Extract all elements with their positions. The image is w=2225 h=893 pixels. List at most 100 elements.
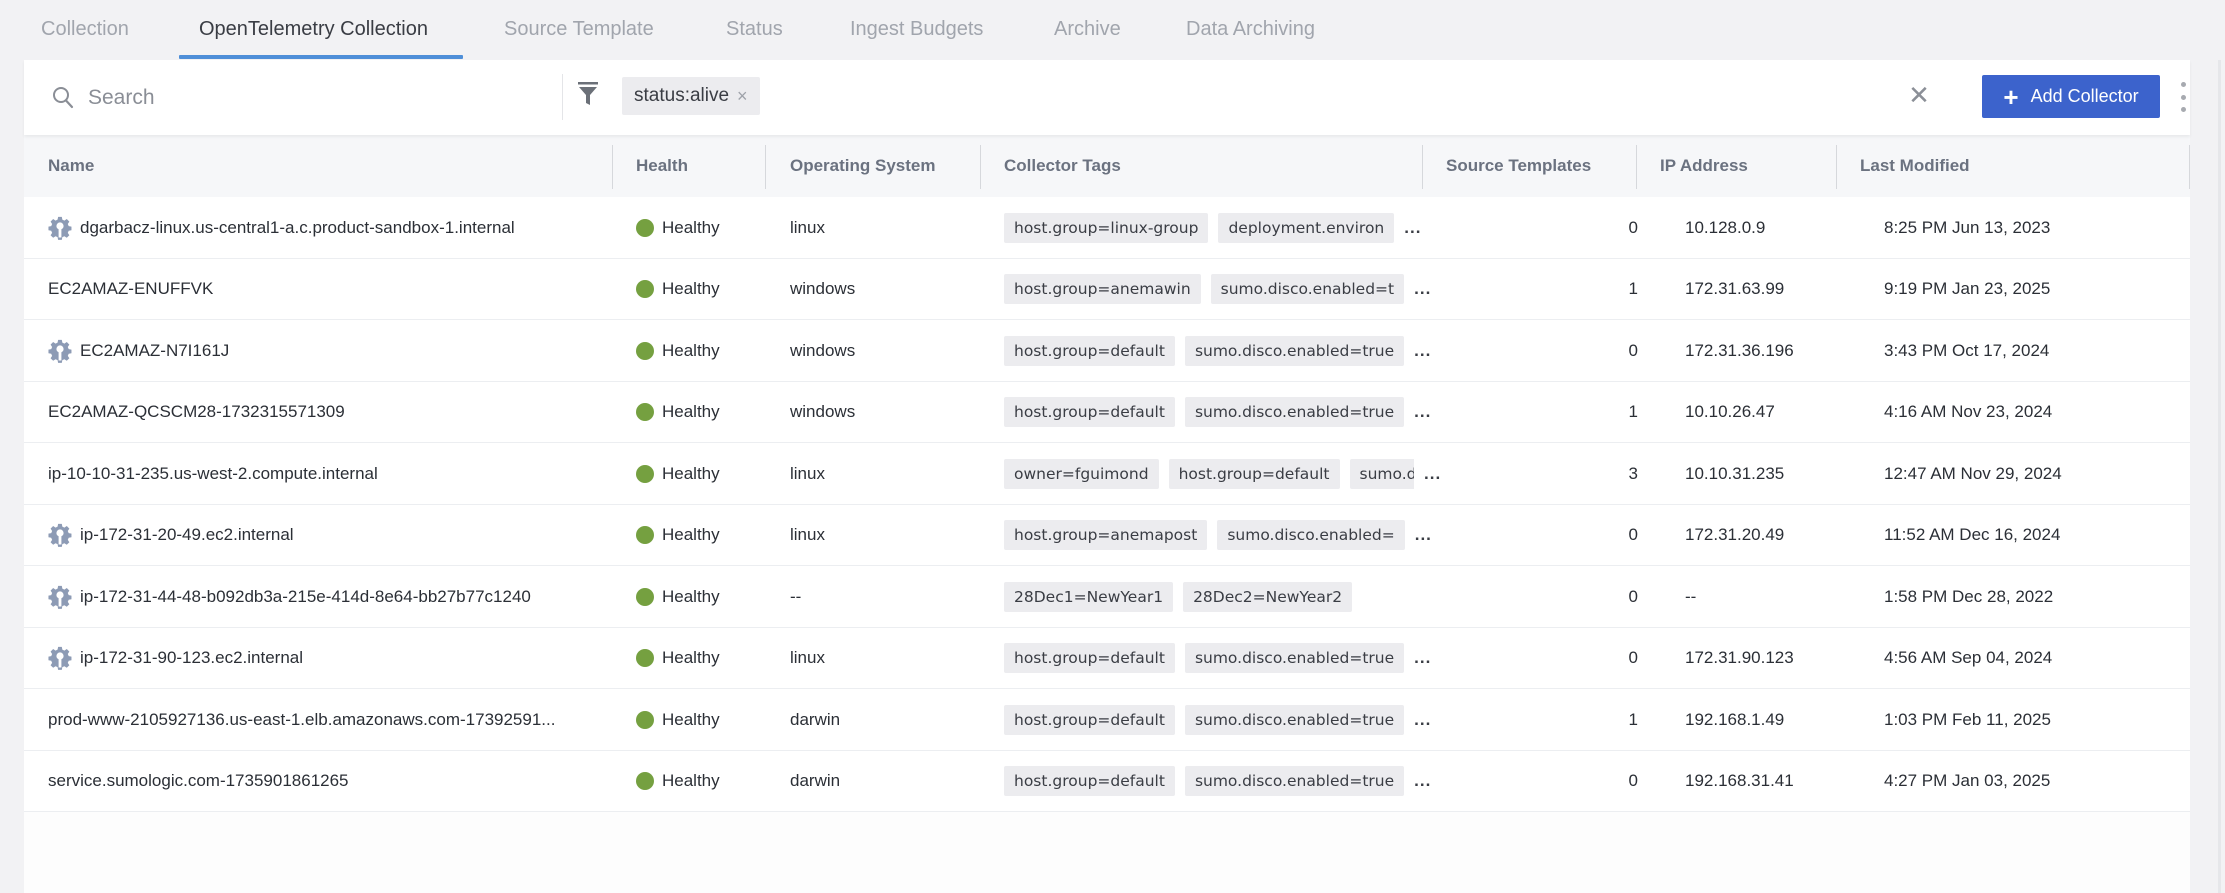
column-header-ip-address[interactable]: IP Address [1660,135,1748,197]
table-row[interactable]: ip-172-31-44-48-b092db3a-215e-414d-8e64-… [24,566,2190,628]
health-cell: Healthy [636,382,720,443]
source-templates-count: 0 [1628,586,1638,606]
column-header-name[interactable]: Name [48,135,94,197]
collector-name[interactable]: ip-172-31-90-123.ec2.internal [80,648,303,668]
health-cell: Healthy [636,505,720,566]
name-cell: ip-172-31-20-49.ec2.internal [48,505,608,566]
collector-tag: host.group=default [1004,766,1175,796]
healthy-status-dot-icon [636,587,654,606]
collector-tag: host.group=default [1004,643,1175,673]
health-cell: Healthy [636,689,720,750]
column-divider[interactable] [765,145,766,189]
more-tags-ellipsis[interactable]: ... [1424,464,1441,484]
otel-gear-icon [48,523,72,547]
source-templates-count: 0 [1628,525,1638,544]
table-row[interactable]: ip-10-10-31-235.us-west-2.compute.intern… [24,443,2190,505]
tab-collection[interactable]: Collection [41,14,129,60]
column-header-collector-tags[interactable]: Collector Tags [1004,135,1121,197]
collector-name[interactable]: EC2AMAZ-ENUFFVK [48,279,213,299]
search-field[interactable]: Search [52,82,552,114]
otel-gear-icon [48,646,72,670]
column-divider[interactable] [612,145,613,189]
collector-name[interactable]: dgarbacz-linux.us-central1-a.c.product-s… [80,218,515,238]
collectors-table: Name Health Operating System Collector T… [24,135,2190,812]
clear-filters-icon[interactable]: ✕ [1904,80,1934,110]
table-row[interactable]: service.sumologic.com-1735901861265 Heal… [24,750,2190,812]
column-divider[interactable] [1836,145,1837,189]
column-divider[interactable] [1422,145,1423,189]
kebab-menu-icon[interactable] [2179,82,2187,112]
table-row[interactable]: dgarbacz-linux.us-central1-a.c.product-s… [24,197,2190,259]
last-modified: 1:03 PM Feb 11, 2025 [1884,709,2051,729]
collector-tags-cell: owner=fguimond host.group=default sumo.dis… [1004,443,1449,504]
source-templates-count: 3 [1628,463,1638,483]
more-tags-ellipsis[interactable]: ... [1414,279,1431,299]
more-tags-ellipsis[interactable]: ... [1404,218,1421,238]
filter-chip-status: status:alive × [622,77,760,115]
otel-gear-icon [48,216,72,240]
health-status: Healthy [662,340,720,360]
add-collector-button[interactable]: + Add Collector [1982,75,2160,118]
column-header-source-templates[interactable]: Source Templates [1446,135,1591,197]
collector-name[interactable]: prod-www-2105927136.us-east-1.elb.amazon… [48,710,555,730]
collector-tags-cell: host.group=anemawin sumo.disco.enabled=t … [1004,259,1449,320]
column-header-health[interactable]: Health [636,135,688,197]
table-body: dgarbacz-linux.us-central1-a.c.product-s… [24,197,2190,812]
scrollbar-thumb[interactable] [2218,60,2221,893]
otel-gear-icon [48,339,72,363]
table-row[interactable]: EC2AMAZ-N7I161J Healthy windows host.gro… [24,320,2190,382]
ip-address: -- [1685,586,1697,606]
collector-tags: owner=fguimond host.group=default sumo.dis… [1004,458,1414,489]
healthy-status-dot-icon [636,464,654,483]
column-divider[interactable] [980,145,981,189]
operating-system: linux [790,525,825,544]
collector-name[interactable]: EC2AMAZ-N7I161J [80,341,229,361]
more-tags-ellipsis[interactable]: ... [1414,402,1431,422]
tab-status[interactable]: Status [726,14,783,60]
name-cell: EC2AMAZ-ENUFFVK [48,259,608,320]
tab-data-archiving[interactable]: Data Archiving [1186,14,1315,60]
remove-filter-icon[interactable]: × [737,86,748,107]
collector-tag: sumo.disco.enabled=true [1184,397,1405,427]
operating-system: windows [790,402,856,421]
collector-name[interactable]: ip-172-31-20-49.ec2.internal [80,525,294,545]
more-tags-ellipsis[interactable]: ... [1415,525,1432,545]
table-row[interactable]: ip-172-31-90-123.ec2.internal Healthy li… [24,627,2190,689]
source-templates-count: 0 [1628,771,1638,790]
tab-opentelemetry-collection[interactable]: OpenTelemetry Collection [199,14,428,60]
source-templates-count: 1 [1628,402,1638,421]
collector-tags: host.group=default sumo.disco.enabled=tru… [1004,643,1405,673]
filter-chip-label: status:alive [634,85,730,106]
collector-name[interactable]: ip-10-10-31-235.us-west-2.compute.intern… [48,464,378,484]
more-tags-ellipsis[interactable]: ... [1414,341,1431,361]
health-cell: Healthy [636,320,720,381]
table-row[interactable]: EC2AMAZ-QCSCM28-1732315571309 Healthy wi… [24,381,2190,443]
tab-source-template[interactable]: Source Template [504,14,654,60]
table-row[interactable]: prod-www-2105927136.us-east-1.elb.amazon… [24,689,2190,751]
health-status: Healthy [662,463,720,483]
more-tags-ellipsis[interactable]: ... [1414,710,1431,730]
collector-name[interactable]: service.sumologic.com-1735901861265 [48,771,349,791]
collector-tags: host.group=default sumo.disco.enabled=tru… [1004,335,1405,366]
table-row[interactable]: EC2AMAZ-ENUFFVK Healthy windows host.gro… [24,258,2190,320]
collector-name[interactable]: EC2AMAZ-QCSCM28-1732315571309 [48,402,345,422]
tab-archive[interactable]: Archive [1054,14,1121,60]
name-cell: prod-www-2105927136.us-east-1.elb.amazon… [48,689,608,750]
column-header-last-modified[interactable]: Last Modified [1860,135,1970,197]
collector-tag: 28Dec1=NewYear1 [1004,581,1174,612]
table-row[interactable]: ip-172-31-20-49.ec2.internal Healthy lin… [24,504,2190,566]
more-tags-ellipsis[interactable]: ... [1414,648,1431,668]
column-divider[interactable] [1636,145,1637,189]
collector-name[interactable]: ip-172-31-44-48-b092db3a-215e-414d-8e64-… [80,587,531,607]
health-status: Healthy [662,279,720,298]
collector-tag: host.group=default [1004,397,1175,427]
health-status: Healthy [662,217,720,237]
search-input[interactable]: Search [88,86,155,110]
healthy-status-dot-icon [636,280,654,298]
more-tags-ellipsis[interactable]: ... [1414,771,1431,791]
health-status: Healthy [662,525,720,544]
filter-icon[interactable] [576,80,600,108]
collector-tags-cell: host.group=default sumo.disco.enabled=tru… [1004,751,1449,812]
column-header-os[interactable]: Operating System [790,135,936,197]
tab-ingest-budgets[interactable]: Ingest Budgets [850,14,983,60]
